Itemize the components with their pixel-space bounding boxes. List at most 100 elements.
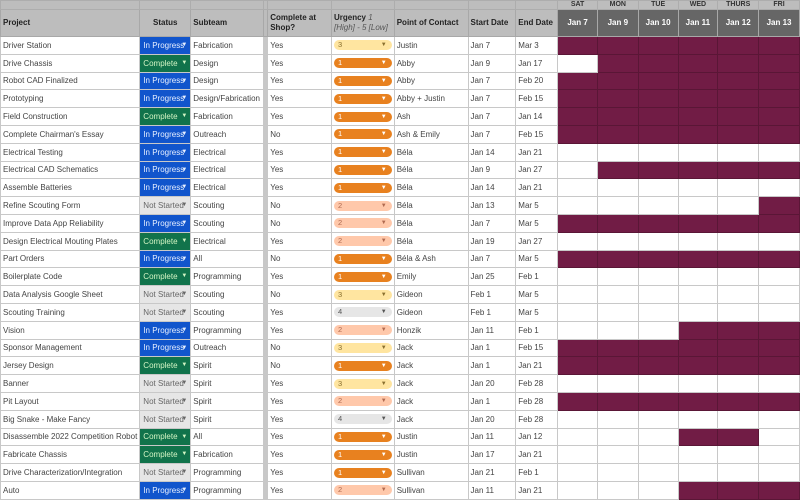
urgency-cell[interactable]: 3 ▼ [330, 285, 395, 304]
gantt-cell-filled[interactable] [596, 249, 639, 269]
gantt-cell[interactable] [596, 374, 639, 393]
status-dropdown[interactable]: In Progress ▼ [139, 160, 192, 180]
urgency-dropdown[interactable]: 1 ▼ [333, 253, 392, 264]
subteam-cell[interactable]: Scouting [190, 196, 265, 215]
header-project[interactable]: Project [0, 9, 141, 37]
gantt-cell-filled[interactable] [758, 338, 800, 358]
status-dropdown[interactable]: Complete ▼ [139, 267, 192, 287]
gantt-cell[interactable] [758, 231, 800, 251]
gantt-cell[interactable] [677, 302, 719, 322]
gantt-cell[interactable] [758, 463, 800, 482]
gantt-cell[interactable] [557, 53, 598, 73]
end-date-cell[interactable]: Jan 12 [515, 427, 559, 447]
gantt-cell[interactable] [637, 463, 679, 482]
urgency-dropdown[interactable]: 1 ▼ [333, 271, 392, 282]
urgency-dropdown[interactable]: 1 ▼ [333, 93, 392, 104]
gantt-cell-filled[interactable] [717, 356, 760, 376]
day-date-header[interactable]: Jan 11 [677, 9, 719, 37]
gantt-cell[interactable] [637, 285, 679, 304]
gantt-cell-filled[interactable] [596, 89, 639, 109]
urgency-cell[interactable]: 1 ▼ [330, 53, 395, 73]
header-poc[interactable]: Point of Contact [393, 9, 469, 37]
gantt-cell-filled[interactable] [758, 480, 800, 500]
subteam-cell[interactable]: All [190, 427, 265, 447]
gantt-cell[interactable] [677, 463, 719, 482]
gantt-cell[interactable] [758, 267, 800, 287]
gantt-cell[interactable] [557, 445, 598, 465]
gantt-cell[interactable] [677, 231, 719, 251]
status-dropdown[interactable]: Not Started ▼ [139, 196, 192, 215]
project-cell[interactable]: Boilerplate Code [0, 267, 141, 287]
project-cell[interactable]: Scouting Training [0, 302, 141, 322]
poc-cell[interactable]: Jack [393, 356, 469, 376]
subteam-cell[interactable]: Programming [190, 320, 265, 340]
gantt-cell-filled[interactable] [717, 71, 760, 91]
project-cell[interactable]: Big Snake - Make Fancy [0, 409, 141, 429]
complete-cell[interactable]: No [267, 213, 332, 233]
gantt-cell-filled[interactable] [596, 107, 639, 126]
gantt-cell-filled[interactable] [677, 124, 719, 144]
gantt-cell[interactable] [557, 142, 598, 162]
gantt-cell-filled[interactable] [557, 356, 598, 376]
subteam-cell[interactable]: Outreach [190, 124, 265, 144]
project-cell[interactable]: Prototyping [0, 89, 141, 109]
urgency-dropdown[interactable]: 1 ▼ [333, 182, 392, 193]
gantt-cell[interactable] [557, 427, 598, 447]
gantt-cell-filled[interactable] [758, 320, 800, 340]
urgency-cell[interactable]: 1 ▼ [330, 178, 395, 198]
urgency-cell[interactable]: 1 ▼ [330, 463, 395, 482]
complete-cell[interactable]: No [267, 196, 332, 215]
end-date-cell[interactable]: Feb 1 [515, 463, 559, 482]
start-date-cell[interactable]: Jan 11 [467, 480, 517, 500]
subteam-cell[interactable]: Programming [190, 463, 265, 482]
gantt-cell-filled[interactable] [596, 391, 639, 411]
gantt-cell[interactable] [557, 409, 598, 429]
gantt-cell[interactable] [717, 267, 760, 287]
gantt-cell[interactable] [758, 374, 800, 393]
subteam-cell[interactable]: Design/Fabrication [190, 89, 265, 109]
project-cell[interactable]: Auto [0, 480, 141, 500]
gantt-cell-filled[interactable] [557, 71, 598, 91]
urgency-cell[interactable]: 1 ▼ [330, 107, 395, 126]
subteam-cell[interactable]: Scouting [190, 213, 265, 233]
urgency-dropdown[interactable]: 1 ▼ [333, 360, 392, 371]
gantt-cell[interactable] [677, 178, 719, 198]
project-cell[interactable]: Vision [0, 320, 141, 340]
gantt-cell-filled[interactable] [596, 213, 639, 233]
end-date-cell[interactable]: Feb 15 [515, 89, 559, 109]
urgency-cell[interactable]: 2 ▼ [330, 196, 395, 215]
urgency-cell[interactable]: 1 ▼ [330, 356, 395, 376]
gantt-cell[interactable] [596, 463, 639, 482]
gantt-cell[interactable] [596, 480, 639, 500]
gantt-cell-filled[interactable] [758, 107, 800, 126]
gantt-cell[interactable] [557, 320, 598, 340]
complete-cell[interactable]: Yes [267, 178, 332, 198]
project-cell[interactable]: Complete Chairman's Essay [0, 124, 141, 144]
urgency-cell[interactable]: 2 ▼ [330, 213, 395, 233]
poc-cell[interactable]: Béla [393, 231, 469, 251]
urgency-cell[interactable]: 1 ▼ [330, 142, 395, 162]
subteam-cell[interactable]: Spirit [190, 391, 265, 411]
urgency-cell[interactable]: 1 ▼ [330, 249, 395, 269]
poc-cell[interactable]: Béla [393, 160, 469, 180]
complete-cell[interactable]: No [267, 249, 332, 269]
status-dropdown[interactable]: In Progress ▼ [139, 89, 192, 109]
gantt-cell-filled[interactable] [596, 338, 639, 358]
end-date-cell[interactable]: Mar 5 [515, 302, 559, 322]
subteam-cell[interactable]: Electrical [190, 178, 265, 198]
complete-cell[interactable]: No [267, 338, 332, 358]
gantt-cell[interactable] [717, 302, 760, 322]
gantt-cell-filled[interactable] [637, 89, 679, 109]
gantt-cell[interactable] [637, 178, 679, 198]
start-date-cell[interactable]: Jan 7 [467, 124, 517, 144]
complete-cell[interactable]: Yes [267, 142, 332, 162]
gantt-cell[interactable] [758, 285, 800, 304]
subteam-cell[interactable]: Scouting [190, 302, 265, 322]
end-date-cell[interactable]: Feb 28 [515, 409, 559, 429]
complete-cell[interactable]: Yes [267, 71, 332, 91]
gantt-cell-filled[interactable] [717, 391, 760, 411]
start-date-cell[interactable]: Jan 20 [467, 409, 517, 429]
end-date-cell[interactable]: Feb 28 [515, 391, 559, 411]
poc-cell[interactable]: Abby [393, 71, 469, 91]
end-date-cell[interactable]: Mar 5 [515, 249, 559, 269]
